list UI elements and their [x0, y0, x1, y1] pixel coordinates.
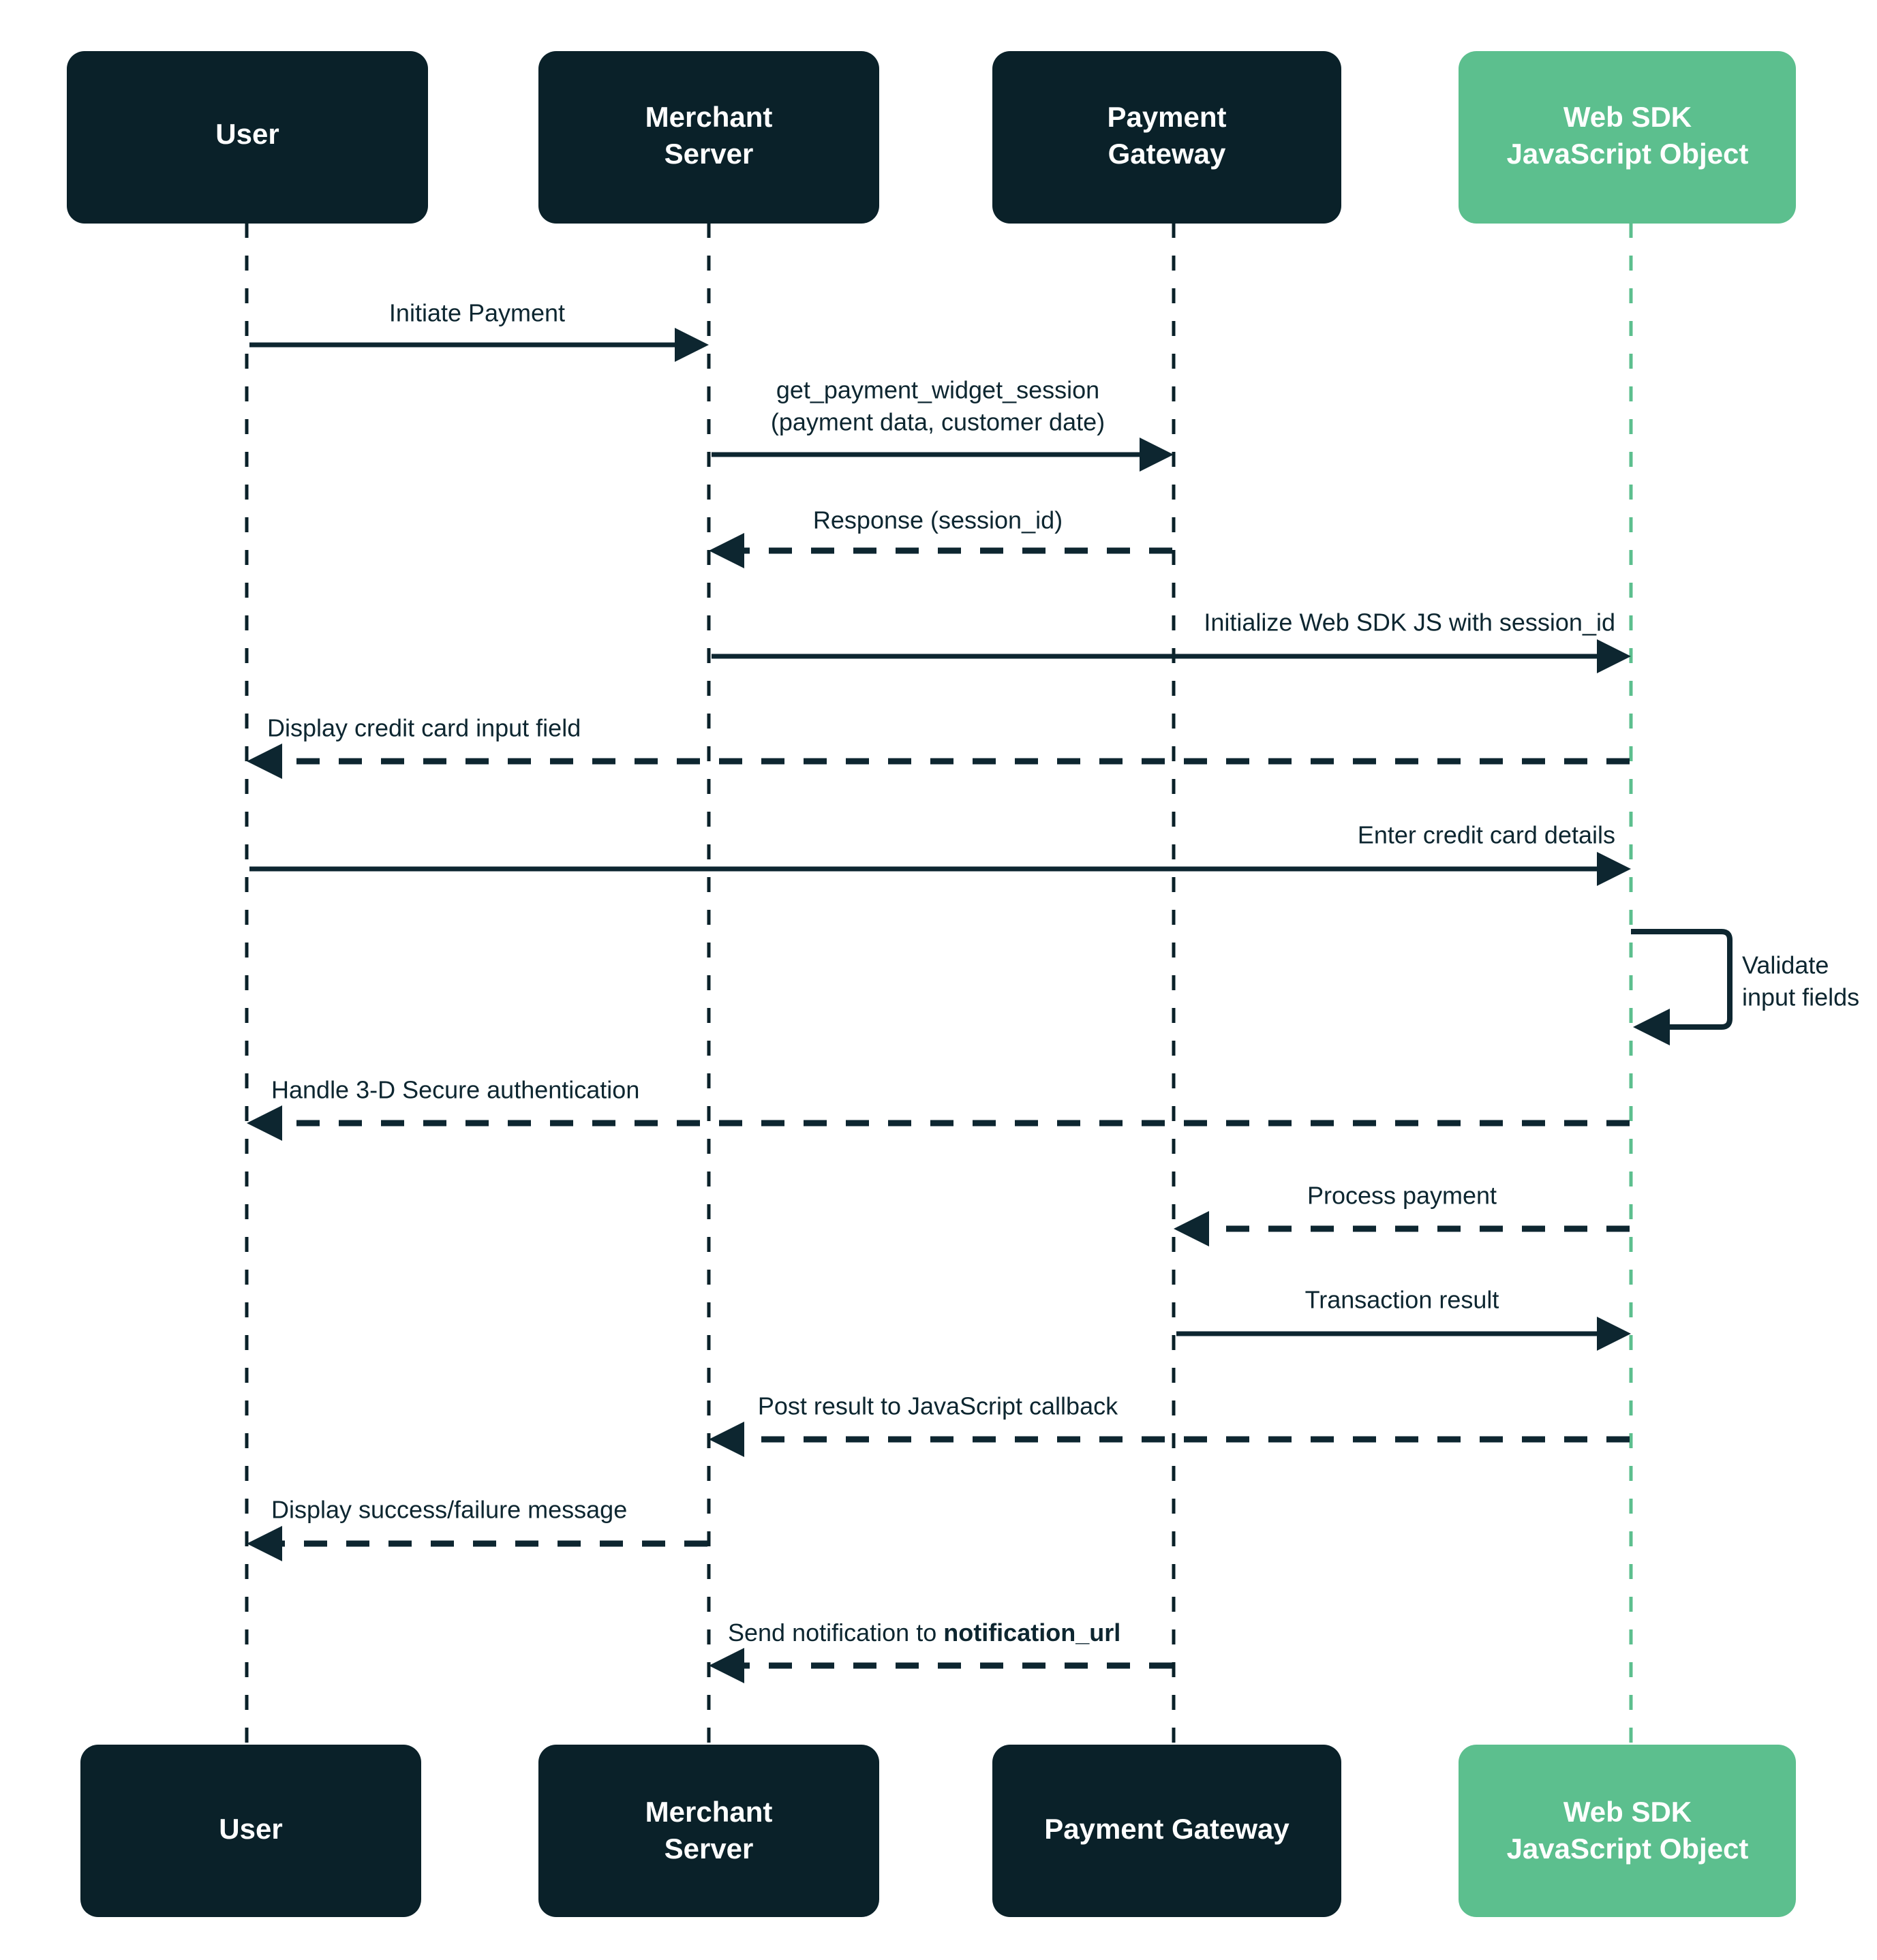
actor-header-user-label: User: [215, 118, 279, 150]
message-5-arrowhead: [247, 744, 282, 779]
actor-header-payment-gateway-label-line1: Payment: [1107, 101, 1226, 133]
message-8-label: Handle 3-D Secure authentication: [271, 1076, 639, 1104]
actor-footer-merchant-server-label-line1: Merchant: [645, 1796, 773, 1828]
actor-footer-web-sdk[interactable]: Web SDK JavaScript Object: [1459, 1745, 1796, 1917]
message-12-arrowhead: [247, 1526, 282, 1561]
message-2-label-line1: get_payment_widget_session: [776, 376, 1099, 404]
message-7-label-line2: input fields: [1742, 983, 1859, 1011]
message-2-get-payment-widget-session[interactable]: get_payment_widget_session (payment data…: [712, 376, 1174, 472]
message-8-handle-3d-secure-authentication[interactable]: Handle 3-D Secure authentication: [247, 1076, 1630, 1141]
sequence-diagram-svg: User Merchant Server Payment Gateway Web…: [67, 51, 1859, 1917]
message-10-label: Transaction result: [1305, 1286, 1499, 1314]
actor-footer-payment-gateway[interactable]: Payment Gateway: [992, 1745, 1341, 1917]
message-3-label: Response (session_id): [813, 506, 1063, 534]
message-9-arrowhead: [1174, 1211, 1209, 1246]
message-11-post-result-to-javascript-callback[interactable]: Post result to JavaScript callback: [709, 1392, 1630, 1457]
message-1-label: Initiate Payment: [389, 299, 565, 327]
actor-header-merchant-server[interactable]: Merchant Server: [538, 51, 879, 224]
actor-header-web-sdk[interactable]: Web SDK JavaScript Object: [1459, 51, 1796, 224]
message-2-arrowhead: [1140, 438, 1174, 472]
actor-header-merchant-server-label-line2: Server: [665, 138, 754, 170]
message-12-display-success-failure-message[interactable]: Display success/failure message: [247, 1496, 707, 1561]
message-7-label-line1: Validate: [1742, 951, 1829, 979]
message-13-label: Send notification to notification_url: [728, 1619, 1120, 1647]
message-1-initiate-payment[interactable]: Initiate Payment: [249, 299, 709, 362]
message-4-initialize-web-sdk[interactable]: Initialize Web SDK JS with session_id: [712, 609, 1631, 673]
actor-header-web-sdk-label-line2: JavaScript Object: [1507, 138, 1749, 170]
actor-footer-payment-gateway-label: Payment Gateway: [1044, 1813, 1290, 1845]
message-5-display-credit-card-input-field[interactable]: Display credit card input field: [247, 714, 1630, 779]
message-9-label: Process payment: [1307, 1182, 1497, 1210]
message-4-label: Initialize Web SDK JS with session_id: [1204, 609, 1615, 637]
actor-footer-merchant-server-label-line2: Server: [665, 1833, 754, 1865]
actor-footer-merchant-server-box[interactable]: [538, 1745, 879, 1917]
actor-footer-merchant-server[interactable]: Merchant Server: [538, 1745, 879, 1917]
message-9-process-payment[interactable]: Process payment: [1174, 1182, 1630, 1246]
message-11-arrowhead: [709, 1422, 744, 1457]
message-13-send-notification[interactable]: Send notification to notification_url: [709, 1619, 1172, 1683]
actor-footer-web-sdk-box[interactable]: [1459, 1745, 1796, 1917]
message-8-arrowhead: [247, 1105, 282, 1141]
message-10-arrowhead: [1597, 1317, 1631, 1351]
message-7-self-loop-path: [1631, 929, 1733, 1030]
sequence-diagram-canvas: User Merchant Server Payment Gateway Web…: [0, 0, 1877, 1960]
actor-header-web-sdk-label-line1: Web SDK: [1563, 101, 1692, 133]
actor-header-payment-gateway-label-line2: Gateway: [1108, 138, 1226, 170]
actor-footer-user[interactable]: User: [80, 1745, 421, 1917]
message-3-arrowhead: [709, 533, 744, 568]
message-6-enter-credit-card-details[interactable]: Enter credit card details: [249, 821, 1631, 886]
message-6-arrowhead: [1597, 852, 1631, 886]
message-12-label: Display success/failure message: [271, 1496, 627, 1524]
actor-footer-web-sdk-label-line1: Web SDK: [1563, 1796, 1692, 1828]
message-3-response-session-id[interactable]: Response (session_id): [709, 506, 1172, 568]
message-4-arrowhead: [1597, 639, 1631, 673]
message-1-arrowhead: [675, 328, 709, 362]
message-5-label: Display credit card input field: [267, 714, 581, 742]
actor-header-merchant-server-label-line1: Merchant: [645, 101, 773, 133]
message-11-label: Post result to JavaScript callback: [758, 1392, 1118, 1420]
message-13-arrowhead: [709, 1648, 744, 1683]
actor-header-user[interactable]: User: [67, 51, 428, 224]
message-7-validate-input-fields[interactable]: Validate input fields: [1631, 929, 1859, 1045]
message-6-label: Enter credit card details: [1358, 821, 1615, 849]
message-13-label-bold: notification_url: [943, 1619, 1120, 1647]
message-10-transaction-result[interactable]: Transaction result: [1176, 1286, 1631, 1351]
actor-header-payment-gateway[interactable]: Payment Gateway: [992, 51, 1341, 224]
message-7-arrowhead: [1633, 1009, 1670, 1045]
message-13-label-prefix: Send notification to: [728, 1619, 943, 1647]
message-2-label-line2: (payment data, customer date): [771, 408, 1105, 436]
actor-footer-web-sdk-label-line2: JavaScript Object: [1507, 1833, 1749, 1865]
actor-footer-user-label: User: [219, 1813, 282, 1845]
